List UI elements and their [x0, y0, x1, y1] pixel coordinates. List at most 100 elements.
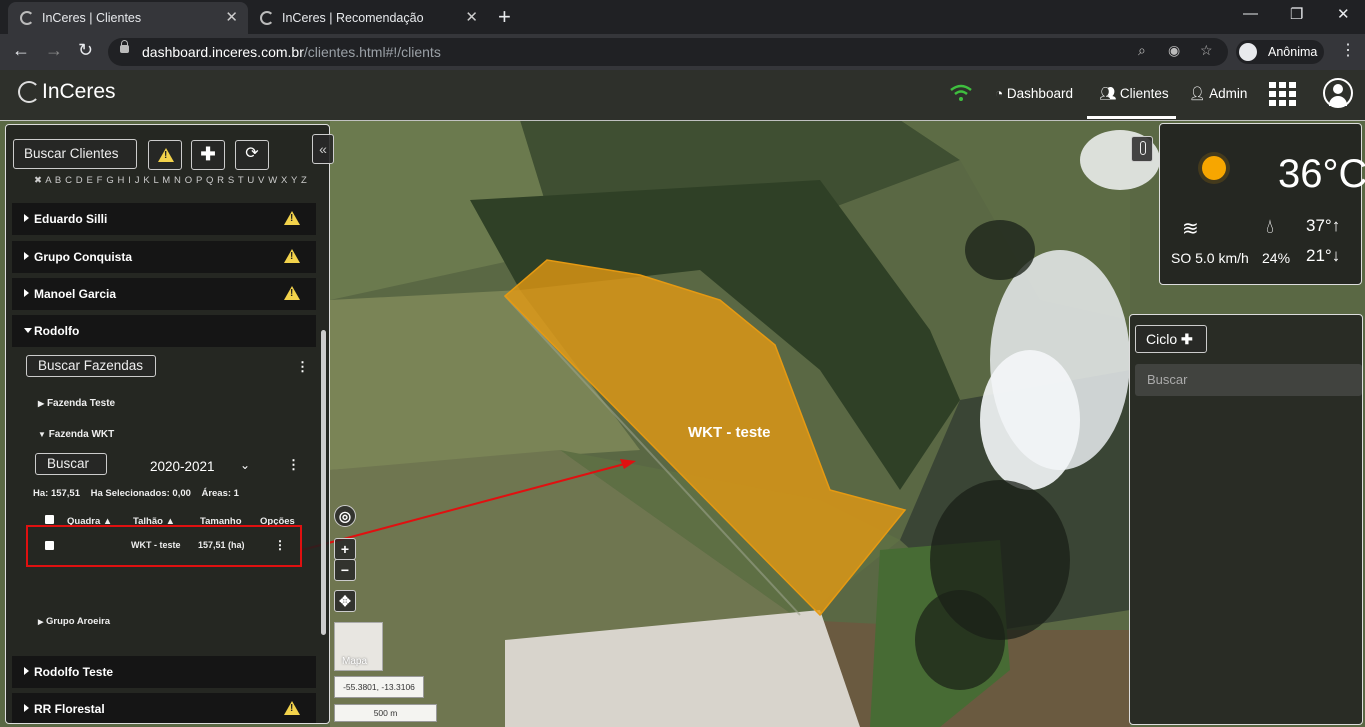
reload-icon[interactable]: ↻: [78, 40, 93, 61]
scale-bar: 500 m: [334, 704, 437, 722]
nav-admin[interactable]: 👤︎ Admin: [1189, 86, 1247, 102]
client-name: Eduardo Silli: [34, 212, 108, 226]
user-plus-icon: 👤︎: [1189, 86, 1207, 101]
thermometer-icon[interactable]: [1131, 136, 1153, 162]
url-text: dashboard.inceres.com.br/clientes.html#!…: [142, 44, 441, 60]
browser-tab-bar: InCeres | Clientes ✕ InCeres | Recomenda…: [0, 0, 1365, 34]
user-avatar-icon[interactable]: [1323, 78, 1353, 108]
back-icon[interactable]: ←: [12, 40, 30, 61]
season-select[interactable]: 2020-2021 ⌄: [136, 455, 258, 479]
users-icon: 👥︎: [1099, 86, 1117, 101]
temperature: 36°C: [1278, 152, 1365, 196]
lock-icon: [120, 40, 129, 53]
client-row[interactable]: RR Florestal: [12, 693, 316, 723]
plus-icon: ✚: [200, 144, 216, 164]
wind-icon: ≋: [1182, 218, 1199, 240]
clear-filter-icon[interactable]: ✖: [34, 175, 45, 186]
humidity-drop-icon: 💧︎: [1266, 216, 1274, 238]
incognito-profile-chip[interactable]: Anônima: [1236, 40, 1324, 64]
select-all-checkbox[interactable]: [45, 515, 54, 524]
client-name: Rodolfo Teste: [34, 665, 114, 679]
highlight-box: [26, 525, 302, 567]
restore-button[interactable]: ❐: [1290, 5, 1303, 23]
farm-row[interactable]: ▶ Grupo Aroeira: [38, 616, 110, 627]
close-tab-icon[interactable]: ✕: [465, 2, 478, 34]
inceres-logo[interactable]: InCeres: [18, 80, 116, 104]
client-row[interactable]: Rodolfo Teste: [12, 656, 316, 688]
browser-menu-icon[interactable]: ⋮: [1340, 40, 1356, 60]
map-view[interactable]: WKT - teste InCeres ◔ Dashboard 👥︎ Clien…: [0, 70, 1365, 727]
dashboard-icon: ◔: [995, 86, 1004, 101]
warning-icon: [284, 211, 300, 225]
collapse-icon: ▼: [38, 430, 46, 439]
add-client-button[interactable]: ✚: [191, 140, 225, 170]
expand-icon: ▶: [38, 619, 44, 626]
basemap-toggle[interactable]: Mapa: [334, 622, 383, 671]
client-row[interactable]: Grupo Conquista: [12, 241, 316, 273]
app-navbar: InCeres ◔ Dashboard 👥︎ Clientes 👤︎ Admin: [0, 70, 1365, 121]
client-name: Manoel Garcia: [34, 287, 117, 301]
compass-icon[interactable]: ◎: [334, 505, 356, 527]
farm-options-icon[interactable]: ⋮: [296, 359, 309, 375]
alphabet-filter[interactable]: ✖ A B C D E F G H I J K L M N O P Q R S …: [34, 175, 307, 186]
forward-icon[interactable]: →: [45, 40, 63, 61]
add-ciclo-button[interactable]: Ciclo ✚: [1135, 325, 1207, 353]
expand-icon: [24, 667, 29, 675]
tracking-protection-icon[interactable]: ◉: [1168, 42, 1180, 59]
browser-tab-recomendacao[interactable]: InCeres | Recomendação ✕: [248, 2, 488, 34]
browser-toolbar: ← → ↻ dashboard.inceres.com.br/clientes.…: [0, 34, 1365, 70]
new-tab-button[interactable]: +: [498, 4, 511, 30]
alerts-button[interactable]: [148, 140, 182, 170]
client-name: Grupo Conquista: [34, 250, 132, 264]
ciclo-search-input[interactable]: Buscar: [1135, 364, 1362, 396]
client-name: Rodolfo: [34, 324, 80, 338]
wind-speed: SO 5.0 km/h: [1171, 250, 1249, 266]
bookmark-star-icon[interactable]: ☆: [1200, 42, 1213, 59]
tab-title: InCeres | Recomendação: [282, 11, 424, 25]
collapse-panel-button[interactable]: «: [312, 134, 334, 164]
tab-title: InCeres | Clientes: [42, 11, 142, 25]
season-value: 2020-2021: [150, 459, 215, 474]
coordinates-readout: -55.3801, -13.3106: [334, 676, 424, 698]
expand-icon: [24, 214, 29, 222]
zoom-out-button[interactable]: −: [334, 559, 356, 581]
zoom-in-button[interactable]: +: [334, 538, 356, 560]
farm-row-expanded[interactable]: ▼ Fazenda WKT: [38, 429, 114, 440]
refresh-icon: ⟳: [245, 145, 259, 162]
collapse-icon: [24, 328, 32, 333]
farm-row[interactable]: ▶ Fazenda Teste: [38, 398, 115, 409]
search-clients-button[interactable]: Buscar Clientes: [13, 139, 137, 169]
logo-ring-icon: [18, 81, 40, 104]
plus-icon: ✚: [1181, 331, 1193, 347]
expand-icon: ▶: [38, 399, 45, 408]
farm-search-button[interactable]: Buscar: [35, 453, 107, 475]
expand-icon: [24, 289, 29, 297]
apps-grid-icon[interactable]: [1269, 82, 1297, 106]
close-tab-icon[interactable]: ✕: [225, 2, 238, 34]
field-label: WKT - teste: [688, 424, 771, 441]
max-temp: 37°↑: [1306, 216, 1341, 235]
client-row[interactable]: Manoel Garcia: [12, 278, 316, 310]
address-bar[interactable]: dashboard.inceres.com.br/clientes.html#!…: [108, 38, 1228, 66]
nav-clientes[interactable]: 👥︎ Clientes: [1099, 86, 1169, 102]
farm-summary: Ha: 157,51 Ha Selecionados: 0,00 Áreas: …: [33, 488, 239, 499]
nav-dashboard[interactable]: ◔ Dashboard: [995, 86, 1073, 101]
pan-icon[interactable]: ✥: [334, 590, 356, 612]
wifi-icon: [950, 84, 972, 101]
minimize-button[interactable]: —: [1243, 5, 1258, 22]
inceres-favicon-icon: [20, 11, 34, 25]
close-window-button[interactable]: ✕: [1337, 5, 1350, 23]
zoom-icon[interactable]: ⌕: [1138, 42, 1146, 59]
browser-tab-clientes[interactable]: InCeres | Clientes ✕: [8, 2, 248, 34]
refresh-button[interactable]: ⟳: [235, 140, 269, 170]
weather-widget: 36°C ≋ 💧︎ 37°↑ SO 5.0 km/h 24% 21°↓: [1159, 123, 1365, 285]
client-row-expanded[interactable]: Rodolfo: [12, 315, 316, 347]
season-options-icon[interactable]: ⋮: [287, 457, 300, 473]
chevron-down-icon: ⌄: [240, 458, 251, 472]
profile-label: Anônima: [1268, 45, 1318, 59]
panel-scrollbar[interactable]: [321, 330, 326, 635]
search-farms-button[interactable]: Buscar Fazendas: [26, 355, 156, 377]
clients-panel: Buscar Clientes ✚ ⟳ ✖ A B C D E F G H I …: [5, 124, 330, 724]
logo-text: InCeres: [42, 80, 116, 103]
client-row[interactable]: Eduardo Silli: [12, 203, 316, 235]
